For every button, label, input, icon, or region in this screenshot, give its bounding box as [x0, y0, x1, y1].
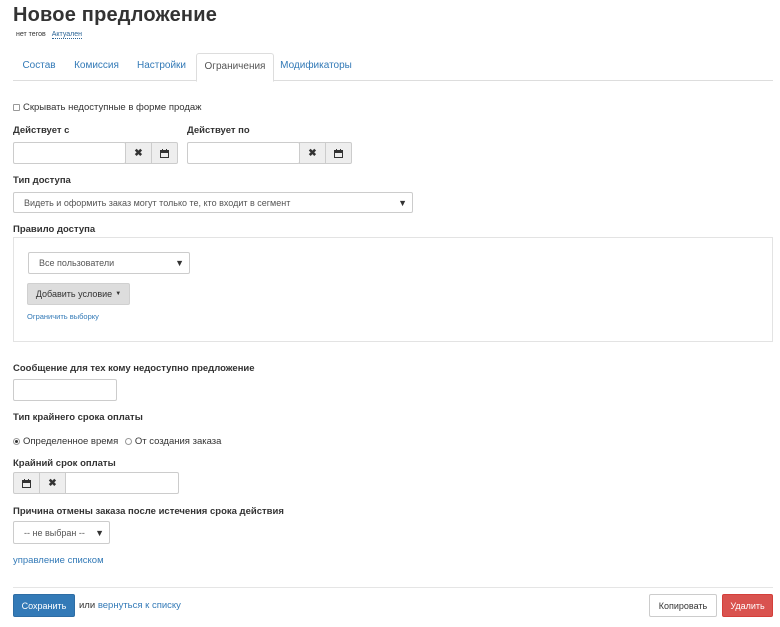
cancel-reason-label: Причина отмены заказа после истечения ср…: [13, 506, 284, 517]
or-text: или: [79, 600, 96, 611]
deadline-clear-button[interactable]: ✖: [39, 472, 66, 494]
caret-down-icon: ▼: [95, 527, 104, 538]
deadline-fixed-label: Определенное время: [23, 436, 119, 447]
unavailable-message-label: Сообщение для тех кому недоступно предло…: [13, 363, 255, 374]
unavailable-message-input[interactable]: [13, 379, 117, 401]
valid-from-input[interactable]: [13, 142, 126, 164]
close-icon: ✖: [308, 147, 317, 159]
deadline-input[interactable]: [65, 472, 179, 494]
hide-unavailable-row: Скрывать недоступные в форме продаж: [13, 102, 202, 113]
tab-modifiers[interactable]: Модификаторы: [275, 53, 357, 81]
deadline-from-order-label: От создания заказа: [134, 436, 222, 447]
tags-status-text: нет тегов: [16, 31, 46, 38]
valid-to-input[interactable]: [187, 142, 300, 164]
caret-down-icon: ▼: [115, 291, 122, 297]
tab-settings[interactable]: Настройки: [128, 53, 195, 81]
deadline-type-options: Определенное время От создания заказа: [13, 436, 221, 447]
deadline-label: Крайний срок оплаты: [13, 458, 116, 469]
cancel-reason-value: -- не выбран --: [24, 527, 85, 538]
limit-selection-link[interactable]: Ограничить выборку: [27, 312, 99, 321]
access-type-label: Тип доступа: [13, 175, 71, 186]
tab-restrictions[interactable]: Ограничения: [196, 53, 274, 82]
valid-from-calendar-button[interactable]: [151, 142, 178, 164]
users-select[interactable]: Все пользователи ▼: [28, 252, 190, 274]
save-button[interactable]: Сохранить: [13, 594, 75, 617]
deadline-fixed-radio[interactable]: [13, 438, 20, 445]
calendar-icon: [334, 148, 343, 158]
hide-unavailable-label: Скрывать недоступные в форме продаж: [23, 102, 202, 113]
tab-commission[interactable]: Комиссия: [65, 53, 128, 81]
deadline-calendar-button[interactable]: [13, 472, 40, 494]
footer-divider: [13, 587, 773, 588]
users-select-value: Все пользователи: [39, 258, 115, 268]
valid-to-calendar-button[interactable]: [325, 142, 352, 164]
page-title: Новое предложение: [13, 4, 218, 26]
add-condition-label: Добавить условие: [35, 289, 113, 299]
close-icon: ✖: [48, 477, 57, 489]
tabs-bar: Состав Комиссия Настройки Ограничения Мо…: [13, 53, 773, 82]
calendar-icon: [160, 148, 169, 158]
footer-or-row: или вернуться к списку: [79, 600, 181, 611]
status-link[interactable]: Актуален: [51, 31, 82, 39]
add-condition-button[interactable]: Добавить условие ▼: [27, 283, 130, 305]
access-type-select[interactable]: Видеть и оформить заказ могут только те,…: [13, 192, 413, 213]
access-type-value: Видеть и оформить заказ могут только те,…: [24, 197, 291, 208]
close-icon: ✖: [134, 147, 143, 159]
calendar-icon: [22, 478, 31, 488]
deadline-from-order-radio[interactable]: [124, 438, 132, 445]
back-to-list-link[interactable]: вернуться к списку: [98, 600, 181, 611]
hide-unavailable-checkbox[interactable]: [13, 104, 20, 111]
valid-from-label: Действует с: [13, 125, 70, 136]
valid-to-clear-button[interactable]: ✖: [299, 142, 326, 164]
valid-to-label: Действует по: [187, 125, 250, 136]
caret-down-icon: ▼: [398, 197, 407, 208]
page-status: нет тегов Актуален: [16, 31, 82, 39]
deadline-type-label: Тип крайнего срока оплаты: [13, 412, 143, 423]
manage-list-link[interactable]: управление списком: [13, 555, 104, 566]
caret-down-icon: ▼: [175, 258, 184, 268]
access-rule-label: Правило доступа: [13, 224, 96, 235]
delete-button[interactable]: Удалить: [722, 594, 773, 617]
valid-from-clear-button[interactable]: ✖: [125, 142, 152, 164]
cancel-reason-select[interactable]: -- не выбран -- ▼: [13, 521, 110, 544]
copy-button[interactable]: Копировать: [649, 594, 717, 617]
tab-composition[interactable]: Состав: [13, 53, 65, 81]
